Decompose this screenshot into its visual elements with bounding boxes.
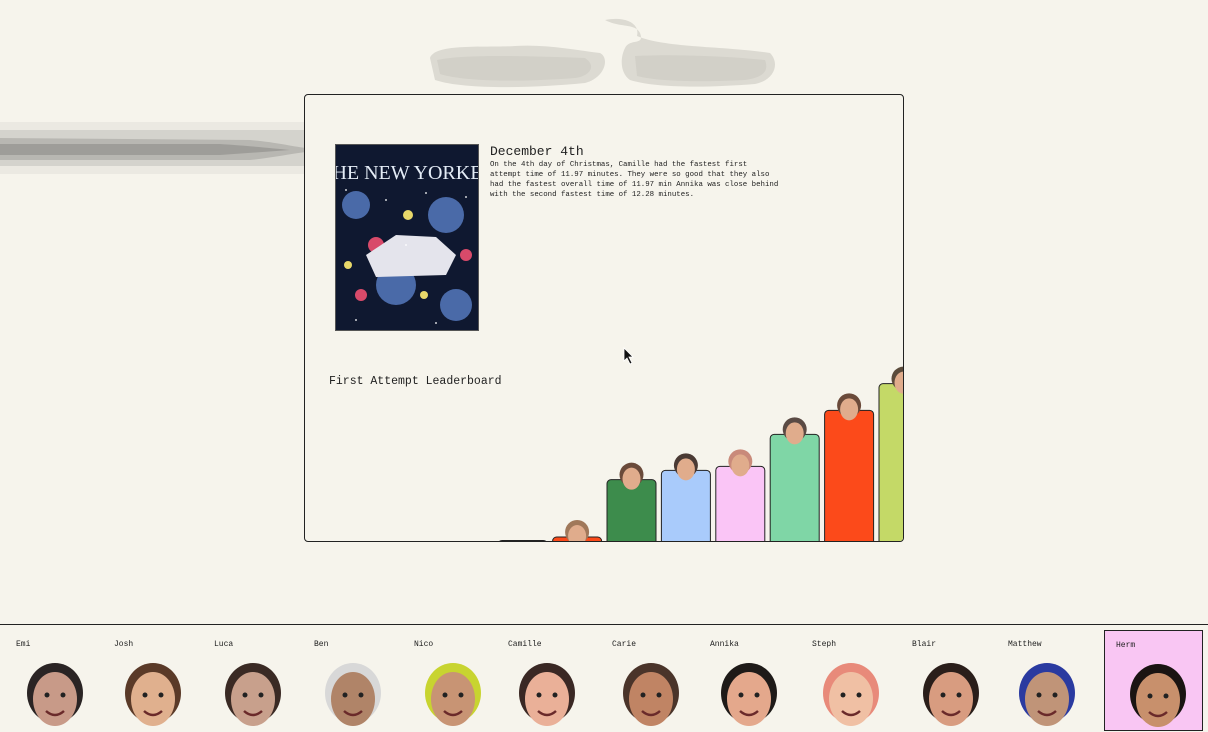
- player-name-label: Steph: [812, 640, 837, 649]
- player-camille[interactable]: Camille: [492, 625, 591, 732]
- leaderboard-bar-annika: [715, 465, 766, 541]
- player-avatar: [923, 663, 979, 726]
- leaderboard-bar-blair: [824, 409, 875, 541]
- player-avatar: [823, 663, 879, 726]
- player-name-label: Annika: [710, 640, 739, 649]
- player-luca[interactable]: Luca: [198, 625, 297, 732]
- player-blair[interactable]: Blair: [896, 625, 995, 732]
- leaderboard-bar-matthew: [878, 383, 903, 541]
- player-name-label: Blair: [912, 640, 937, 649]
- player-name-label: Matthew: [1008, 640, 1042, 649]
- player-avatar: [225, 663, 281, 726]
- player-avatar: [27, 663, 83, 726]
- player-avatar: [1019, 663, 1075, 726]
- player-avatar: [721, 663, 777, 726]
- player-name-label: Ben: [314, 640, 329, 649]
- leaderboard-bar-ben: [499, 539, 547, 541]
- player-avatar: [125, 663, 181, 726]
- player-matthew[interactable]: Matthew: [992, 625, 1091, 732]
- player-emi[interactable]: Emi: [0, 625, 99, 732]
- entry-card: THE NEW YORKER December 4th On the 4th d…: [304, 94, 904, 542]
- player-ben[interactable]: Ben: [298, 625, 397, 732]
- first-attempt-leaderboard-chart: [499, 366, 903, 541]
- player-name-label: Carie: [612, 640, 637, 649]
- player-avatar: [325, 663, 381, 726]
- player-selector: Emi Josh Luca Ben Nico Camille Carie Annika Step…: [0, 624, 1208, 732]
- arrow-cursor-icon: [623, 347, 634, 365]
- decorative-paper-strip: [0, 122, 306, 174]
- player-avatar: [519, 663, 575, 726]
- player-avatar: [623, 663, 679, 726]
- player-steph[interactable]: Steph: [796, 625, 895, 732]
- player-avatar: [1130, 664, 1186, 727]
- player-avatar: [425, 663, 481, 726]
- player-name-label: Nico: [414, 640, 434, 649]
- leaderboard-avatar-nico: [565, 520, 590, 541]
- player-josh[interactable]: Josh: [98, 625, 197, 732]
- player-name-label: Josh: [114, 640, 134, 649]
- player-name-label: Luca: [214, 640, 234, 649]
- player-herm[interactable]: Herm: [1104, 630, 1203, 731]
- leaderboard-bar-steph: [769, 433, 820, 541]
- player-name-label: Camille: [508, 640, 542, 649]
- player-carie[interactable]: Carie: [596, 625, 695, 732]
- player-name-label: Emi: [16, 640, 31, 649]
- decorative-paper-cutout: [430, 18, 775, 88]
- player-nico[interactable]: Nico: [398, 625, 497, 732]
- player-name-label: Herm: [1116, 641, 1136, 650]
- player-annika[interactable]: Annika: [694, 625, 793, 732]
- leaderboard-bar-carie: [660, 469, 711, 541]
